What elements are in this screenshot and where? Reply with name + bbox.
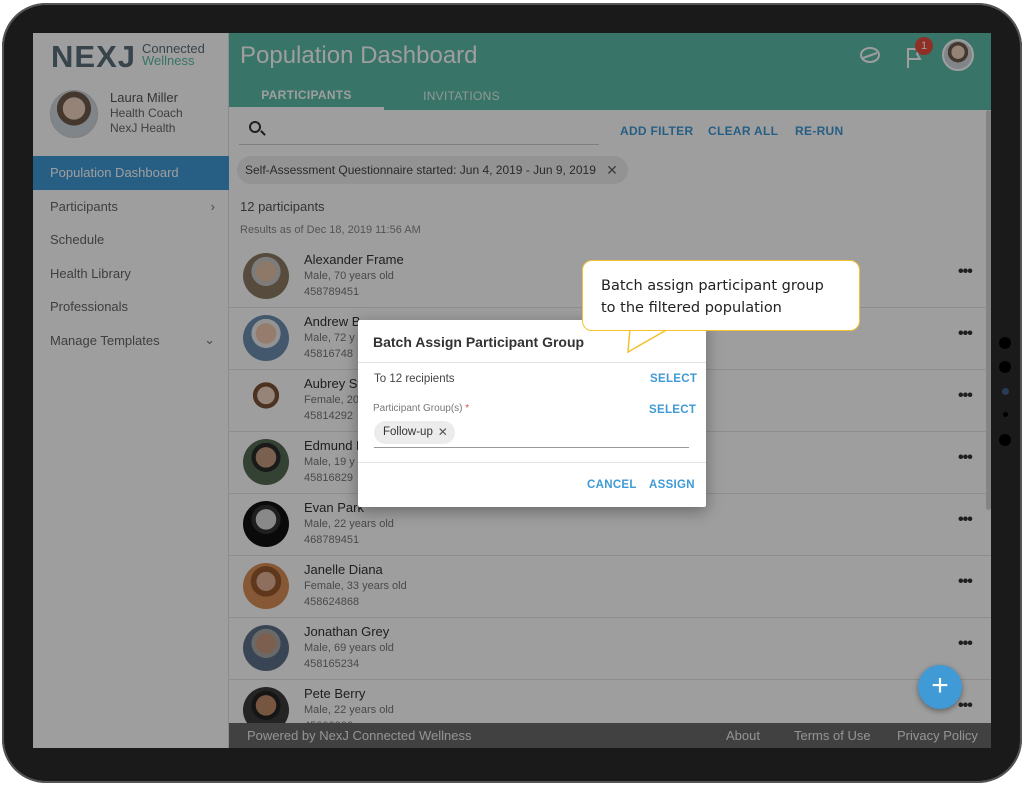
add-button[interactable]: + [918,665,962,709]
participant-group-label-text: Participant Group(s) [373,403,463,414]
divider [358,362,706,363]
callout-line2: to the filtered population [601,300,782,316]
divider [358,462,706,463]
device-button [999,434,1011,446]
device-sensor [1002,388,1009,395]
participant-group-label: Participant Group(s) * [373,403,469,414]
select-group-button[interactable]: SELECT [649,404,696,416]
dialog-title: Batch Assign Participant Group [373,334,585,350]
recipients-text: To 12 recipients [374,373,455,385]
app-screen: NEXJ Connected Wellness Laura Miller Hea… [33,33,991,748]
close-icon[interactable]: ✕ [438,421,448,444]
device-button [999,361,1011,373]
device-button [999,337,1011,349]
group-chip: Follow-up ✕ [374,421,455,444]
device-sensor [1003,412,1008,417]
callout-annotation: Batch assign participant group to the fi… [582,260,860,331]
callout-line1: Batch assign participant group [601,278,824,294]
cancel-button[interactable]: CANCEL [587,479,637,491]
select-recipients-button[interactable]: SELECT [650,373,697,385]
required-mark: * [465,403,470,414]
assign-button[interactable]: ASSIGN [649,479,695,491]
callout-tail [627,328,671,354]
group-field-underline [374,447,689,448]
group-chip-label: Follow-up [383,426,433,438]
